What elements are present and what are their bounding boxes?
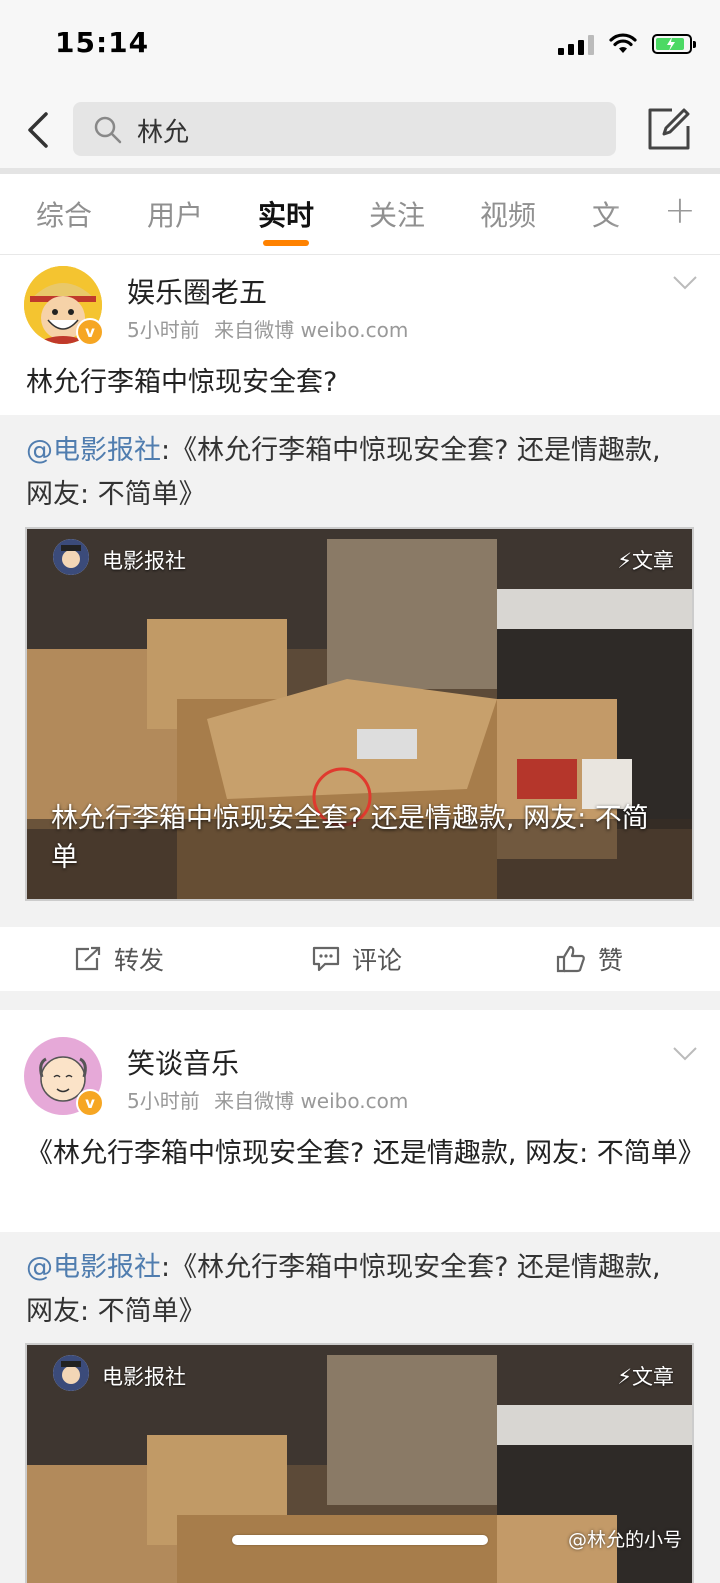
- watermark: @林允的小号: [568, 1529, 683, 1551]
- post-source: 来自微博 weibo.com: [214, 1089, 409, 1113]
- repost-label: 转发: [114, 946, 165, 975]
- back-icon[interactable]: [22, 108, 62, 152]
- repost-button[interactable]: 转发: [74, 941, 164, 977]
- article-card[interactable]: 电影报社 ⚡文章 林允行李箱中惊现安全套? 还是情趣款, 网友: 不简单: [25, 527, 694, 901]
- mention-link[interactable]: @电影报社: [26, 435, 161, 466]
- post-username[interactable]: 笑谈音乐: [127, 1042, 239, 1082]
- chevron-down-icon[interactable]: [672, 275, 698, 291]
- tab-active-indicator: [263, 240, 309, 246]
- repost-block[interactable]: @电影报社:《林允行李箱中惊现安全套? 还是情趣款, 网友: 不简单》 电影报社…: [0, 1232, 720, 1583]
- article-badge-label: 文章: [632, 1365, 674, 1389]
- card-caption: 林允行李箱中惊现安全套? 还是情趣款, 网友: 不简单: [51, 803, 649, 873]
- post-time: 5小时前: [127, 1089, 200, 1113]
- thumbs-up-icon: [556, 945, 585, 973]
- repost-text: @电影报社:《林允行李箱中惊现安全套? 还是情趣款, 网友: 不简单》: [26, 429, 670, 517]
- status-icons: [558, 30, 696, 58]
- mention-link[interactable]: @电影报社: [26, 1252, 161, 1283]
- like-label: 赞: [598, 946, 624, 975]
- article-badge: ⚡文章: [617, 1365, 674, 1389]
- avatar[interactable]: v: [24, 266, 104, 346]
- tab-realtime[interactable]: 实时: [258, 194, 314, 234]
- tab-bar: 综合 用户 实时 关注 视频 文 +: [0, 174, 720, 255]
- article-badge: ⚡文章: [617, 549, 674, 573]
- battery-icon: [652, 34, 696, 54]
- wifi-icon: [609, 33, 637, 53]
- comment-label: 评论: [352, 946, 403, 975]
- post-card[interactable]: v 娱乐圈老五 5小时前 来自微博 weibo.com 林允行李箱中惊现安全套?: [0, 255, 720, 415]
- search-icon: [94, 116, 122, 144]
- post-meta: 5小时前 来自微博 weibo.com: [127, 314, 408, 343]
- status-time: 15:14: [55, 26, 150, 59]
- verified-icon: v: [76, 1089, 104, 1117]
- repost-sep: :: [161, 435, 171, 466]
- comment-icon: [312, 946, 340, 972]
- source-avatar: [53, 539, 89, 575]
- repost-block[interactable]: @电影报社:《林允行李箱中惊现安全套? 还是情趣款, 网友: 不简单》 电影报社…: [0, 415, 720, 927]
- post-source: 来自微博 weibo.com: [214, 318, 409, 342]
- repost-text: @电影报社:《林允行李箱中惊现安全套? 还是情趣款, 网友: 不简单》: [26, 1246, 670, 1334]
- post-text: 林允行李箱中惊现安全套?: [26, 367, 338, 398]
- tab-video[interactable]: 视频: [480, 194, 536, 234]
- post-card[interactable]: v 笑谈音乐 5小时前 来自微博 weibo.com 《林允行李箱中惊现安全套?…: [0, 1010, 720, 1232]
- cellular-signal-icon: [558, 33, 594, 55]
- tab-comprehensive[interactable]: 综合: [36, 194, 92, 234]
- tab-fade: [610, 174, 660, 254]
- avatar[interactable]: v: [24, 1037, 104, 1117]
- chevron-down-icon[interactable]: [672, 1046, 698, 1062]
- search-query: 林允: [137, 118, 190, 148]
- like-button[interactable]: 赞: [556, 941, 623, 977]
- source-avatar: [53, 1355, 89, 1391]
- post-username[interactable]: 娱乐圈老五: [127, 271, 267, 311]
- card-source-name: 电影报社: [102, 1365, 186, 1389]
- post-meta: 5小时前 来自微博 weibo.com: [127, 1085, 408, 1114]
- post-time: 5小时前: [127, 318, 200, 342]
- status-bar: 15:14: [0, 0, 720, 92]
- nav-bar: 林允: [0, 92, 720, 168]
- tab-following[interactable]: 关注: [369, 194, 425, 234]
- home-indicator[interactable]: [232, 1535, 488, 1545]
- article-badge-label: 文章: [632, 549, 674, 573]
- compose-icon[interactable]: [646, 106, 692, 152]
- card-source-name: 电影报社: [102, 549, 186, 573]
- post-text: 《林允行李箱中惊现安全套? 还是情趣款, 网友: 不简单》: [26, 1138, 705, 1169]
- tab-add-button[interactable]: +: [664, 188, 696, 232]
- comment-button[interactable]: 评论: [312, 941, 402, 977]
- verified-icon: v: [76, 318, 104, 346]
- repost-sep: :: [161, 1252, 171, 1283]
- tab-users[interactable]: 用户: [147, 194, 203, 234]
- repost-icon: [75, 946, 101, 971]
- post-actions: 转发 评论 赞: [0, 927, 720, 991]
- search-input[interactable]: 林允: [73, 102, 616, 156]
